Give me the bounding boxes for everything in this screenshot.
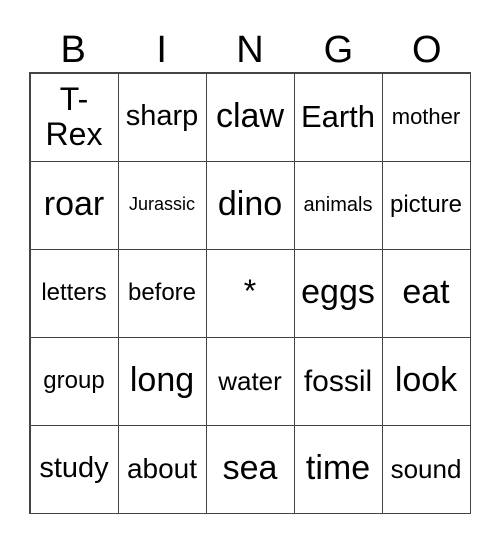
header-letter-o: O [412, 29, 442, 71]
header-letter-i: I [156, 29, 167, 71]
bingo-cell[interactable]: Jurassic [117, 160, 207, 250]
free-space-cell[interactable]: * [205, 248, 295, 338]
bingo-cell[interactable]: T-Rex [29, 72, 119, 162]
header-letter-b: B [60, 29, 86, 71]
bingo-cell[interactable]: long [117, 336, 207, 426]
bingo-header: B I N G O [29, 28, 471, 72]
bingo-cell[interactable]: dino [205, 160, 295, 250]
bingo-cell[interactable]: claw [205, 72, 295, 162]
bingo-cell[interactable]: letters [29, 248, 119, 338]
header-letter-n: N [236, 29, 264, 71]
bingo-cell[interactable]: eggs [293, 248, 383, 338]
bingo-cell[interactable]: picture [381, 160, 471, 250]
bingo-cell[interactable]: mother [381, 72, 471, 162]
bingo-cell[interactable]: sharp [117, 72, 207, 162]
bingo-cell[interactable]: sound [381, 424, 471, 514]
bingo-cell[interactable]: look [381, 336, 471, 426]
bingo-cell[interactable]: roar [29, 160, 119, 250]
bingo-cell[interactable]: before [117, 248, 207, 338]
bingo-cell[interactable]: Earth [293, 72, 383, 162]
bingo-cell[interactable]: water [205, 336, 295, 426]
bingo-cell[interactable]: time [293, 424, 383, 514]
header-letter-g: G [323, 29, 354, 71]
bingo-cell[interactable]: sea [205, 424, 295, 514]
bingo-cell[interactable]: eat [381, 248, 471, 338]
bingo-cell[interactable]: animals [293, 160, 383, 250]
bingo-cell[interactable]: fossil [293, 336, 383, 426]
bingo-cell[interactable]: study [29, 424, 119, 514]
bingo-grid: T-Rex sharp claw Earth mother roar Juras… [29, 72, 471, 514]
bingo-cell[interactable]: group [29, 336, 119, 426]
bingo-cell[interactable]: about [117, 424, 207, 514]
